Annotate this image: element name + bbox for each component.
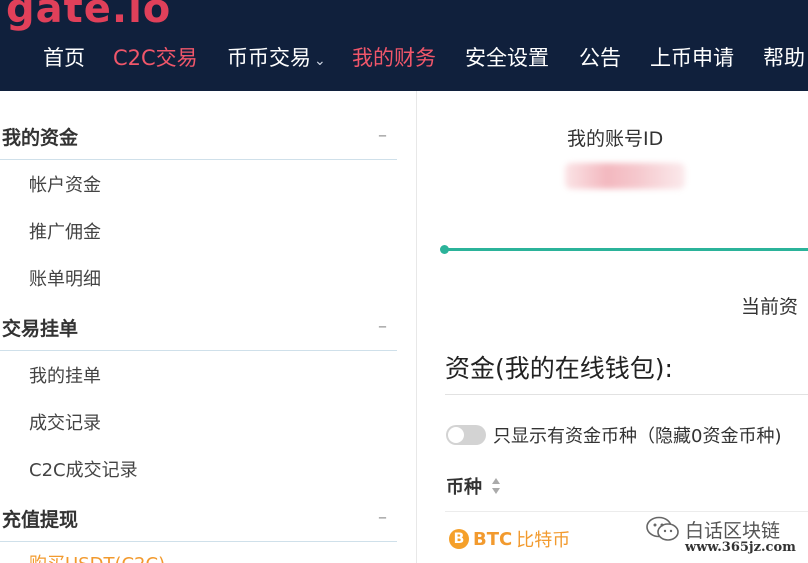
- sidebar-section-title: 我的资金: [2, 127, 79, 149]
- nav-c2c[interactable]: C2C交易: [113, 43, 198, 73]
- sidebar-item-trade-history[interactable]: 成交记录: [29, 409, 101, 435]
- watermark-title: 白话区块链: [685, 520, 781, 542]
- nav-spot-trading-label: 币币交易: [227, 46, 311, 70]
- column-header-coin[interactable]: 币种: [446, 473, 501, 500]
- account-id-value-redacted: [565, 163, 685, 189]
- nav-listing[interactable]: 上币申请: [650, 43, 734, 73]
- bitcoin-icon: B: [449, 529, 469, 549]
- sidebar-item-referral-commission[interactable]: 推广佣金: [29, 218, 101, 244]
- wallet-title: 资金(我的在线钱包):: [445, 354, 673, 383]
- coin-name: 比特币: [516, 530, 571, 551]
- sidebar-item-c2c-trade-history[interactable]: C2C成交记录: [29, 456, 138, 482]
- sidebar-section-title: 交易挂单: [2, 318, 79, 340]
- nav-security[interactable]: 安全设置: [465, 43, 549, 73]
- sidebar-section-orders[interactable]: 交易挂单 –: [0, 304, 397, 351]
- watermark-url: www.365jz.com: [685, 540, 796, 555]
- nav-spot-trading[interactable]: 币币交易 ⌄: [227, 43, 326, 76]
- sort-icon[interactable]: [491, 477, 501, 500]
- hide-zero-balance-toggle[interactable]: [446, 425, 486, 445]
- wechat-icon: [646, 516, 679, 541]
- sidebar-section-title: 充值提现: [2, 509, 79, 531]
- coin-code: BTC: [473, 528, 513, 550]
- sidebar-item-my-orders[interactable]: 我的挂单: [29, 362, 101, 388]
- chevron-down-icon: ⌄: [314, 53, 326, 69]
- sidebar-section-my-funds[interactable]: 我的资金 –: [0, 113, 397, 160]
- account-id-label: 我的账号ID: [567, 128, 664, 150]
- top-navbar: gate.io 首页 C2C交易 币币交易 ⌄ 我的财务 安全设置 公告 上币申请…: [0, 0, 808, 91]
- hide-zero-balance-label: 只显示有资金币种（隐藏0资金币种): [493, 426, 782, 447]
- sidebar-item-buy-usdt[interactable]: 购买USDT(C2C): [29, 550, 165, 563]
- divider: [445, 394, 808, 395]
- column-header-coin-label: 币种: [446, 477, 482, 498]
- nav-announcements[interactable]: 公告: [579, 43, 621, 73]
- main-panel: 我的账号ID 当前资 资金(我的在线钱包): 只显示有资金币种（隐藏0资金币种)…: [417, 91, 808, 563]
- sidebar-item-account-funds[interactable]: 帐户资金: [29, 171, 101, 197]
- collapse-icon[interactable]: –: [378, 316, 387, 337]
- nav-help[interactable]: 帮助: [763, 43, 805, 73]
- toggle-knob: [448, 427, 464, 443]
- coin-row-btc[interactable]: B BTC 比特币: [449, 526, 570, 552]
- watermark: 白话区块链 www.365jz.com: [645, 513, 808, 563]
- nav-home[interactable]: 首页: [43, 43, 85, 73]
- current-asset-label: 当前资: [741, 296, 799, 318]
- nav-my-finance[interactable]: 我的财务: [352, 43, 436, 73]
- collapse-icon[interactable]: –: [378, 507, 387, 528]
- progress-track: [444, 248, 808, 251]
- divider: [445, 511, 808, 512]
- gate-logo[interactable]: gate.io: [6, 0, 171, 32]
- progress-dot: [440, 245, 449, 254]
- sidebar: 我的资金 – 帐户资金 推广佣金 账单明细 交易挂单 – 我的挂单 成交记录 C…: [0, 91, 398, 563]
- sidebar-section-deposit-withdraw[interactable]: 充值提现 –: [0, 495, 397, 542]
- collapse-icon[interactable]: –: [378, 125, 387, 146]
- sidebar-item-bill-details[interactable]: 账单明细: [29, 265, 101, 291]
